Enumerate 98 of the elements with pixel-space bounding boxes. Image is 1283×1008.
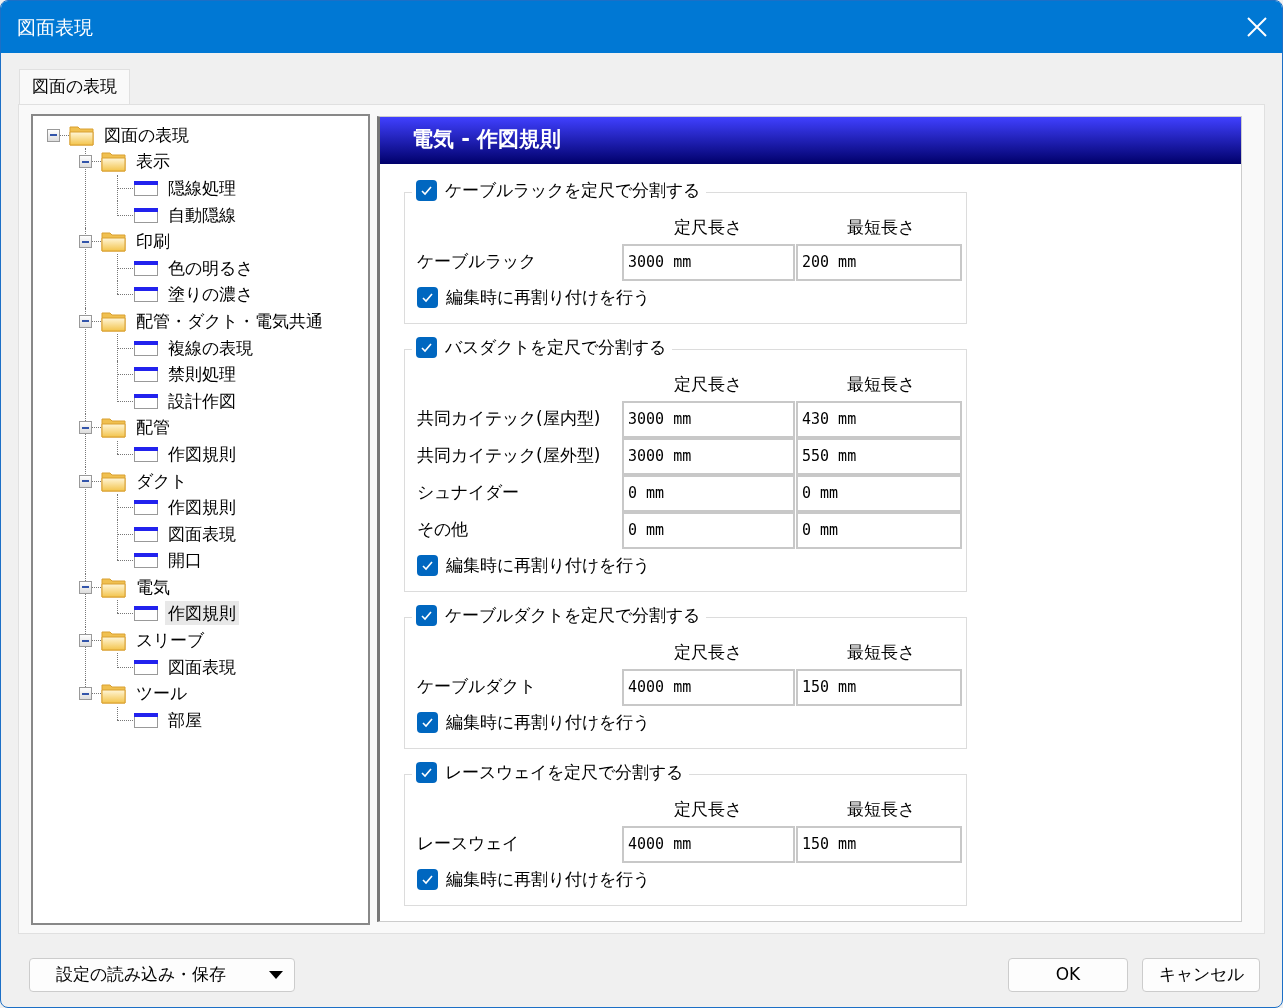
collapse-toggle[interactable] bbox=[79, 474, 92, 488]
checkbox-label[interactable]: 編集時に再割り付けを行う bbox=[446, 709, 650, 736]
row-label: 共同カイテック(屋外型) bbox=[417, 444, 602, 468]
tree-item[interactable]: 配管 bbox=[133, 415, 173, 440]
dialog-button[interactable]: キャンセル bbox=[1142, 957, 1260, 992]
checkbox-label[interactable]: 編集時に再割り付けを行う bbox=[446, 552, 650, 579]
row-label: その他 bbox=[417, 518, 469, 542]
tree-item[interactable]: スリーブ bbox=[133, 628, 207, 653]
window-title: 図面表現 bbox=[17, 14, 93, 40]
tree-item[interactable]: 塗りの濃さ bbox=[165, 282, 256, 307]
tree-item[interactable]: 表示 bbox=[133, 149, 173, 174]
tree-item[interactable]: 図面表現 bbox=[165, 654, 239, 679]
input-field[interactable]: 3000 mm bbox=[622, 243, 795, 281]
caret-icon bbox=[268, 969, 284, 980]
input-field[interactable]: 150 mm bbox=[796, 825, 962, 863]
checkbox[interactable] bbox=[417, 287, 438, 308]
tab[interactable]: 図面の表現 bbox=[19, 69, 130, 104]
column-header: 最短長さ bbox=[845, 372, 916, 396]
tree-item[interactable]: 禁則処理 bbox=[165, 362, 239, 387]
checkbox[interactable] bbox=[416, 604, 437, 626]
folder-icon bbox=[101, 682, 127, 705]
checkbox[interactable] bbox=[416, 761, 437, 783]
tree-item[interactable]: 作図規則 bbox=[165, 441, 239, 466]
column-header: 定尺長さ bbox=[672, 372, 743, 396]
tree-item[interactable]: 図面表現 bbox=[165, 521, 239, 546]
input-field[interactable]: 0 mm bbox=[622, 511, 795, 549]
checkbox-label[interactable]: 編集時に再割り付けを行う bbox=[446, 284, 650, 311]
column-header: 定尺長さ bbox=[672, 797, 743, 821]
checkbox[interactable] bbox=[416, 336, 437, 358]
tree-item[interactable]: 開口 bbox=[165, 548, 205, 573]
collapse-toggle[interactable] bbox=[79, 421, 92, 435]
input-field[interactable]: 3000 mm bbox=[622, 437, 795, 475]
collapse-toggle[interactable] bbox=[79, 687, 92, 701]
input-field[interactable]: 150 mm bbox=[796, 668, 962, 706]
folder-icon bbox=[101, 309, 127, 332]
folder-icon bbox=[101, 629, 127, 652]
input-field[interactable]: 200 mm bbox=[796, 243, 962, 281]
checkbox[interactable] bbox=[417, 555, 438, 576]
input-field[interactable]: 0 mm bbox=[796, 511, 962, 549]
tree-item[interactable]: 印刷 bbox=[133, 229, 173, 254]
check-icon bbox=[421, 559, 434, 572]
checkbox-label[interactable]: ケーブルラックを定尺で分割する bbox=[445, 177, 700, 203]
input-field[interactable]: 0 mm bbox=[622, 474, 795, 512]
collapse-toggle[interactable] bbox=[79, 634, 92, 648]
tree-item[interactable]: 配管・ダクト・電気共通 bbox=[133, 308, 326, 333]
check-icon bbox=[421, 291, 434, 304]
tree-item[interactable]: 作図規則 bbox=[165, 495, 239, 520]
tree-item[interactable]: 部屋 bbox=[165, 707, 205, 732]
checkbox[interactable] bbox=[417, 869, 438, 890]
folder-icon bbox=[101, 150, 127, 173]
row-label: 共同カイテック(屋内型) bbox=[417, 407, 602, 431]
tree-item[interactable]: 隠線処理 bbox=[165, 176, 239, 200]
folder-icon bbox=[101, 469, 127, 492]
tree-item[interactable]: 電気 bbox=[133, 574, 173, 599]
folder-icon bbox=[101, 575, 127, 598]
tree-item[interactable]: 色の明るさ bbox=[165, 255, 256, 280]
checkbox-label[interactable]: 編集時に再割り付けを行う bbox=[446, 866, 650, 893]
collapse-toggle[interactable] bbox=[79, 580, 92, 594]
checkbox[interactable] bbox=[417, 712, 438, 733]
tree-item[interactable]: 自動隠線 bbox=[165, 202, 239, 227]
check-icon bbox=[421, 873, 434, 886]
column-header: 定尺長さ bbox=[672, 640, 743, 664]
checkbox[interactable] bbox=[416, 179, 437, 201]
tree-item[interactable]: ツール bbox=[133, 681, 190, 706]
check-icon bbox=[421, 716, 434, 729]
dialog-button[interactable]: OK bbox=[1008, 957, 1128, 992]
tree-item[interactable]: 複線の表現 bbox=[165, 335, 256, 360]
collapse-toggle[interactable] bbox=[79, 155, 92, 169]
input-field[interactable]: 4000 mm bbox=[622, 825, 795, 863]
tree-item[interactable]: 図面の表現 bbox=[101, 122, 192, 147]
input-field[interactable]: 3000 mm bbox=[622, 400, 795, 438]
tree-item[interactable]: 作図規則 bbox=[165, 601, 239, 626]
folder-icon bbox=[101, 416, 127, 439]
input-field[interactable]: 4000 mm bbox=[622, 668, 795, 706]
checkbox-label[interactable]: レースウェイを定尺で分割する bbox=[445, 759, 683, 785]
collapse-toggle[interactable] bbox=[79, 314, 92, 328]
collapse-toggle[interactable] bbox=[47, 128, 60, 142]
input-field[interactable]: 430 mm bbox=[796, 400, 962, 438]
column-header: 最短長さ bbox=[845, 640, 916, 664]
load-save-button[interactable]: 設定の読み込み・保存 bbox=[29, 957, 295, 992]
checkbox-label[interactable]: バスダクトを定尺で分割する bbox=[445, 334, 666, 360]
column-header: 最短長さ bbox=[845, 215, 916, 239]
input-field[interactable]: 550 mm bbox=[796, 437, 962, 475]
row-label: レースウェイ bbox=[417, 832, 520, 856]
row-label: ケーブルダクト bbox=[417, 675, 537, 699]
close-icon[interactable] bbox=[1246, 16, 1268, 38]
column-header: 定尺長さ bbox=[672, 215, 743, 239]
collapse-toggle[interactable] bbox=[79, 235, 92, 249]
panel-title: 電気 - 作図規則 bbox=[412, 126, 562, 154]
tree-item[interactable]: ダクト bbox=[133, 468, 190, 493]
checkbox-label[interactable]: ケーブルダクトを定尺で分割する bbox=[445, 602, 700, 628]
tree-item[interactable]: 設計作図 bbox=[165, 388, 239, 413]
row-label: シュナイダー bbox=[417, 481, 520, 505]
folder-icon bbox=[101, 230, 127, 253]
folder-icon bbox=[69, 123, 95, 146]
input-field[interactable]: 0 mm bbox=[796, 474, 962, 512]
row-label: ケーブルラック bbox=[417, 250, 537, 274]
column-header: 最短長さ bbox=[845, 797, 916, 821]
